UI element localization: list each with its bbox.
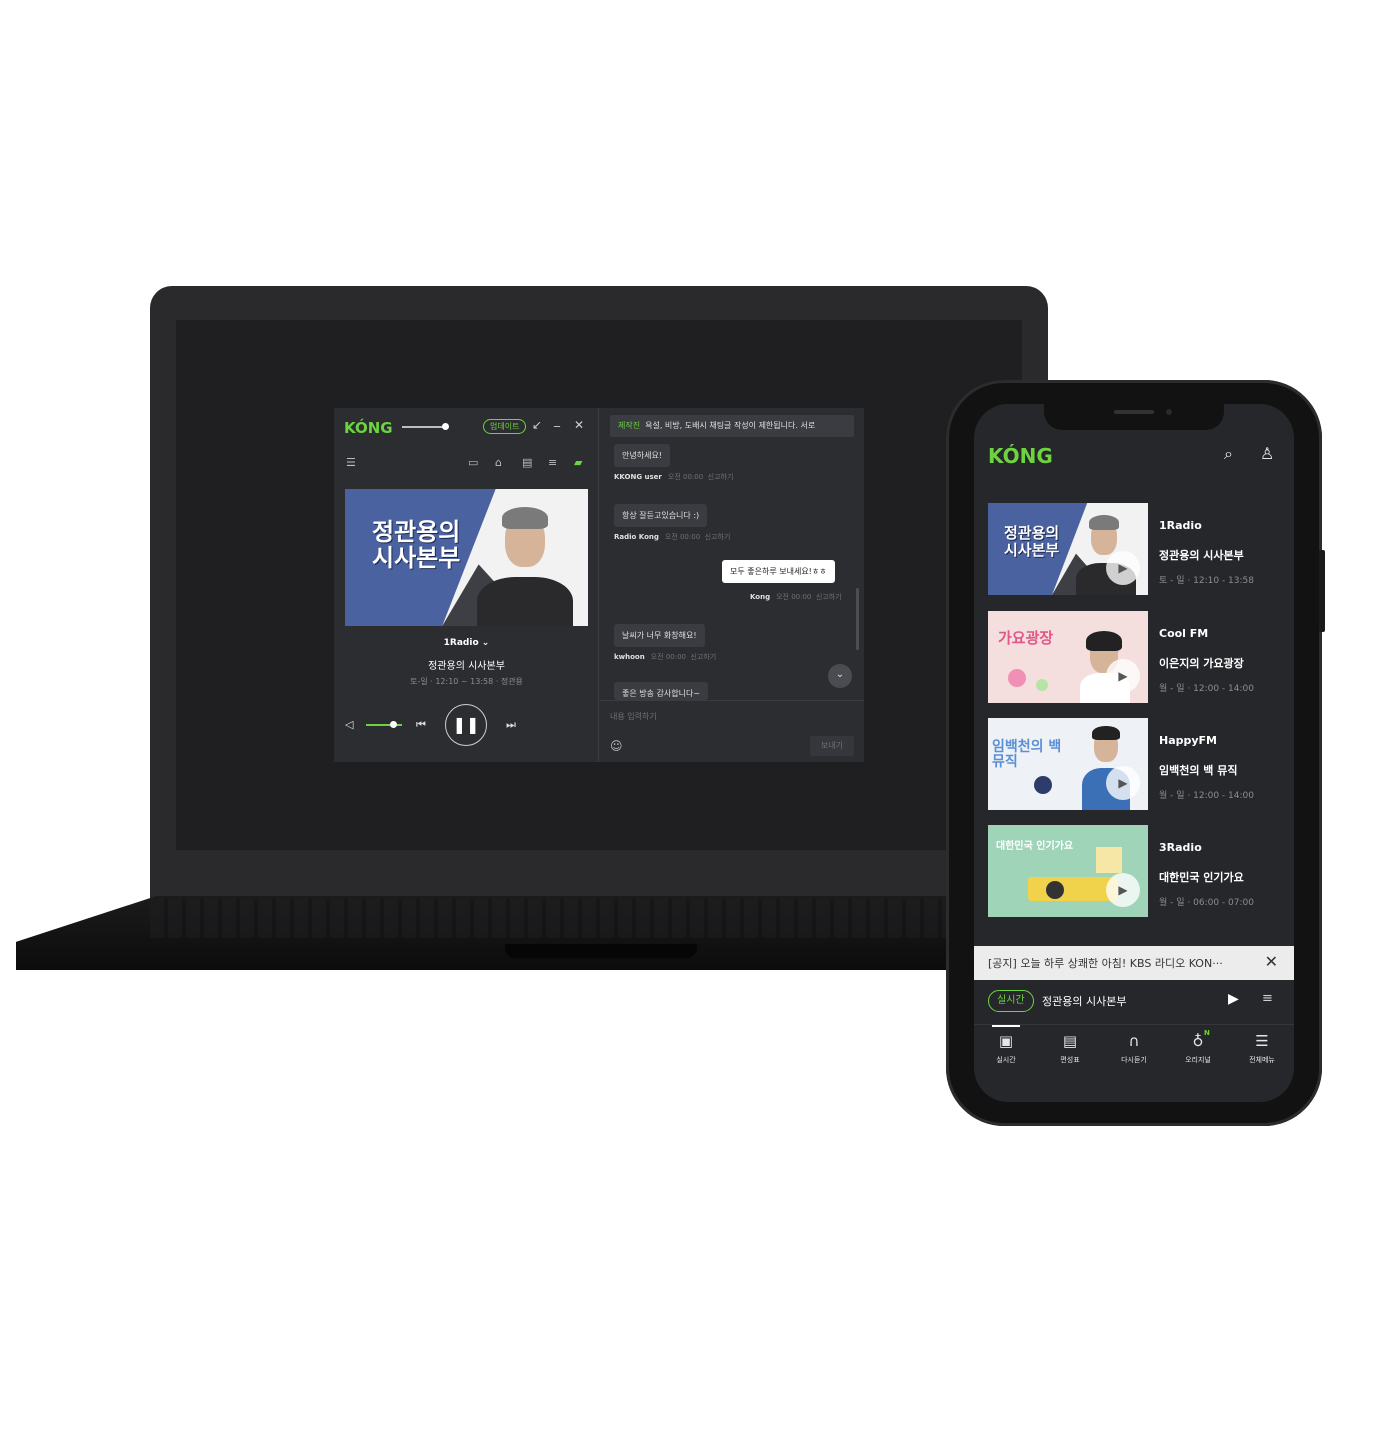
minimize-icon[interactable]: _ xyxy=(554,413,560,427)
channel-name: Cool FM xyxy=(1159,627,1209,640)
send-button[interactable]: 보내기 xyxy=(810,736,854,756)
laptop-notch xyxy=(505,944,697,958)
shrink-icon[interactable]: ↙ xyxy=(532,418,542,432)
tab-all-menu[interactable]: ☰ 전체메뉴 xyxy=(1230,1031,1294,1065)
cover-title: 정관용의 시사본부 xyxy=(372,518,461,573)
volume-icon[interactable]: ◁ xyxy=(345,718,353,731)
emoji-icon[interactable]: ☺ xyxy=(610,739,623,753)
tab-schedule[interactable]: ▤ 편성표 xyxy=(1038,1031,1102,1065)
video-icon[interactable]: ▶ xyxy=(1106,659,1140,693)
player-toolbar: ☰ ▭ ⌂ ▤ ≡ ▰ xyxy=(334,456,599,472)
volume-slider[interactable] xyxy=(366,721,402,728)
schedule-icon[interactable]: ▤ xyxy=(522,456,532,469)
program-time: 월 - 일 · 06:00 - 07:00 xyxy=(1159,898,1254,908)
chat-icon[interactable]: ▰ xyxy=(574,456,582,469)
program-thumbnail: 임백천의 백 뮤직 ▶ xyxy=(988,718,1148,810)
tab-live[interactable]: ▣ 실시간 xyxy=(974,1025,1038,1065)
program-title: 정관용의 시사본부 xyxy=(1159,549,1244,562)
bottom-tab-bar: ▣ 실시간 ▤ 편성표 ∩ 다시듣기 ♁ N 오리지널 ☰ 전체메뉴 xyxy=(974,1024,1294,1102)
opacity-slider[interactable] xyxy=(402,423,449,430)
notice-text: [공지] 오늘 하루 상쾌한 아침! KBS 라디오 KON··· xyxy=(988,957,1223,970)
previous-icon[interactable]: ⏮ xyxy=(416,718,426,732)
close-icon[interactable]: ✕ xyxy=(1265,952,1278,971)
now-playing-bar[interactable]: 실시간 정관용의 시사본부 ▶ ≡ xyxy=(974,982,1294,1022)
chat-input-area: 내용 입력하기 ☺ 보내기 xyxy=(600,700,864,762)
program-card[interactable]: 대한민국 인기가요 ▶ 3Radio 대한민국 인기가요 월 - 일 · 06:… xyxy=(988,825,1280,917)
phone-notch xyxy=(1044,404,1224,430)
microphone-icon: ♁ xyxy=(1192,1032,1204,1050)
program-card[interactable]: 정관용의 시사본부 ▶ 1Radio 정관용의 시사본부 토 - 일 · 12:… xyxy=(988,503,1280,595)
report-link[interactable]: 신고하기 xyxy=(816,593,842,601)
chat-meta: kwhoon 오전 00:00 신고하기 xyxy=(614,653,717,661)
next-icon[interactable]: ⏭ xyxy=(506,718,516,732)
program-title: 임백천의 백 뮤직 xyxy=(1159,764,1238,777)
user-icon[interactable]: ♙ xyxy=(1260,444,1274,463)
menu-icon: ☰ xyxy=(1255,1032,1269,1050)
new-badge-icon: N xyxy=(1204,1029,1210,1037)
chat-panel: 제작진 욕설, 비방, 도배시 채팅글 작성이 제한됩니다. 서로 안녕하세요! … xyxy=(600,408,864,762)
video-icon[interactable]: ▶ xyxy=(1106,551,1140,585)
notice-bar[interactable]: [공지] 오늘 하루 상쾌한 아침! KBS 라디오 KON··· ✕ xyxy=(974,946,1294,980)
radio-icon: ▣ xyxy=(998,1032,1014,1050)
program-cover-image: 정관용의 시사본부 xyxy=(345,489,588,626)
schedule-icon: ▤ xyxy=(1062,1032,1078,1050)
program-thumbnail: 정관용의 시사본부 ▶ xyxy=(988,503,1148,595)
chat-meta: Kong 오전 00:00 신고하기 xyxy=(750,593,842,601)
program-card[interactable]: 임백천의 백 뮤직 ▶ HappyFM 임백천의 백 뮤직 월 - 일 · 12… xyxy=(988,718,1280,810)
play-icon[interactable]: ▶ xyxy=(1228,991,1239,1007)
chat-input[interactable]: 내용 입력하기 xyxy=(610,711,657,722)
tab-replay[interactable]: ∩ 다시듣기 xyxy=(1102,1031,1166,1065)
chat-meta: Radio Kong 오전 00:00 신고하기 xyxy=(614,533,731,541)
search-icon[interactable]: ⌕ xyxy=(1224,444,1233,464)
channel-name: 3Radio xyxy=(1159,841,1202,854)
program-time: 월 - 일 · 12:00 - 14:00 xyxy=(1159,791,1254,801)
chat-message: 날씨가 너무 화창해요! xyxy=(614,624,705,647)
program-thumbnail: 가요광장 ▶ xyxy=(988,611,1148,703)
chat-message: 좋은 방송 감사합니다~ xyxy=(614,682,709,700)
app-logo: KÓNG xyxy=(988,444,1053,468)
headphones-icon: ∩ xyxy=(1128,1032,1140,1050)
channel-name: HappyFM xyxy=(1159,734,1218,747)
desktop-app-window: KÓNG 업데이트 ↙ _ ✕ ☰ ▭ ⌂ ▤ ≡ ▰ 정관용의 시사본부 1R… xyxy=(334,408,864,762)
program-time: 토 - 일 · 12:10 - 13:58 xyxy=(1159,576,1254,586)
chat-notice: 제작진 욕설, 비방, 도배시 채팅글 작성이 제한됩니다. 서로 xyxy=(610,415,854,437)
app-logo: KÓNG xyxy=(344,419,393,437)
program-thumbnail: 대한민국 인기가요 ▶ xyxy=(988,825,1148,917)
video-icon[interactable]: ▶ xyxy=(1106,873,1140,907)
menu-icon[interactable]: ☰ xyxy=(346,456,356,469)
player-panel: KÓNG 업데이트 ↙ _ ✕ ☰ ▭ ⌂ ▤ ≡ ▰ 정관용의 시사본부 1R… xyxy=(334,408,599,762)
channel-name: 1Radio xyxy=(1159,519,1202,532)
close-icon[interactable]: ✕ xyxy=(574,418,584,432)
my-chat-message: 모두 좋은하루 보내세요!ㅎㅎ xyxy=(722,560,835,583)
program-time: 월 - 일 · 12:00 - 14:00 xyxy=(1159,684,1254,694)
phone-side-button xyxy=(1319,550,1325,632)
chat-message: 안녕하세요! xyxy=(614,444,671,467)
program-title: 이은지의 가요광장 xyxy=(1159,657,1244,670)
home-icon[interactable]: ⌂ xyxy=(495,456,502,469)
playlist-icon[interactable]: ≡ xyxy=(1262,991,1273,1006)
playlist-icon[interactable]: ≡ xyxy=(548,456,557,469)
video-icon[interactable]: ▭ xyxy=(468,456,478,469)
live-badge: 실시간 xyxy=(988,990,1034,1012)
tab-original[interactable]: ♁ N 오리지널 xyxy=(1166,1029,1230,1065)
phone-screen: KÓNG ⌕ ♙ 정관용의 시사본부 ▶ 1Radio 정관용의 시사본부 토 … xyxy=(974,404,1294,1102)
program-title: 정관용의 시사본부 xyxy=(428,661,505,672)
program-schedule: 토-일 · 12:10 ~ 13:58 · 정관용 xyxy=(410,677,523,686)
update-button[interactable]: 업데이트 xyxy=(483,419,527,434)
laptop-keyboard xyxy=(150,898,1050,938)
report-link[interactable]: 신고하기 xyxy=(705,533,731,541)
video-icon[interactable]: ▶ xyxy=(1106,766,1140,800)
now-playing-title: 정관용의 시사본부 xyxy=(1042,995,1127,1008)
scroll-down-button[interactable]: ⌄ xyxy=(828,664,852,688)
chat-meta: KKONG user 오전 00:00 신고하기 xyxy=(614,473,734,481)
report-link[interactable]: 신고하기 xyxy=(690,653,716,661)
station-name[interactable]: 1Radio ⌄ xyxy=(334,638,599,648)
chat-message: 항상 잘듣고있습니다 :) xyxy=(614,504,708,527)
chat-scrollbar[interactable] xyxy=(856,588,859,650)
program-title: 대한민국 인기가요 xyxy=(1159,871,1244,884)
report-link[interactable]: 신고하기 xyxy=(708,473,734,481)
pause-button[interactable]: ❚❚ xyxy=(445,704,487,746)
program-card[interactable]: 가요광장 ▶ Cool FM 이은지의 가요광장 월 - 일 · 12:00 -… xyxy=(988,611,1280,703)
